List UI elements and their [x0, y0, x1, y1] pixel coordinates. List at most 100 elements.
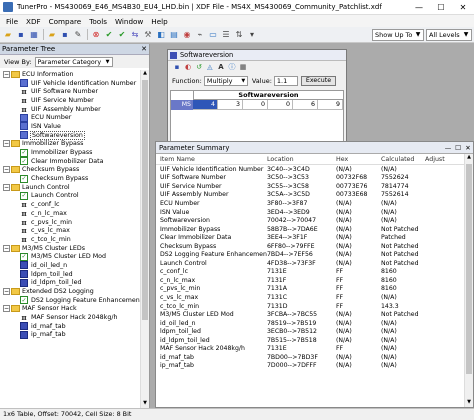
menu-window[interactable]: Window	[111, 17, 147, 26]
filter-icon[interactable]: ▾	[246, 29, 258, 41]
monitor-icon[interactable]: ▭	[207, 29, 219, 41]
execute-button[interactable]: Execute	[300, 75, 337, 86]
maximize-button[interactable]: ☐	[453, 144, 463, 152]
emulate-icon[interactable]: ◉	[181, 29, 193, 41]
tree-item[interactable]: ECU Number	[0, 113, 140, 122]
grid-icon[interactable]: ▦	[28, 29, 40, 41]
table-row[interactable]: Launch Control 4FD38-->73F3F (N/A) Not Patc…	[156, 259, 473, 268]
close-icon[interactable]: ✕	[139, 45, 149, 53]
column-header-hex[interactable]: Hex	[336, 156, 381, 163]
menu-xdf[interactable]: XDF	[22, 17, 45, 26]
table-row[interactable]: ISN Value 3ED4-->3ED9 (N/A) (N/A)	[156, 208, 473, 217]
collapse-icon[interactable]: −	[3, 244, 10, 252]
save-xdf-icon[interactable]: ▪	[59, 29, 71, 41]
tree-item[interactable]: Softwareversion	[0, 130, 140, 140]
scroll-down-icon[interactable]: ▼	[465, 399, 473, 407]
table-cell[interactable]: 0	[243, 100, 268, 110]
close-button[interactable]: ✕	[463, 144, 473, 152]
tree-item[interactable]: ✓ Checksum Bypass	[0, 174, 140, 183]
table-row[interactable]: M3/M5 Cluster LED Mod 3FCBA-->7BC55 (N/A) N…	[156, 310, 473, 319]
tree-item[interactable]: π c_pvs_lc_min	[0, 218, 140, 227]
scroll-up-icon[interactable]: ▲	[141, 70, 149, 78]
list-icon[interactable]: ☰	[220, 29, 232, 41]
tree-item[interactable]: ✓ Clear Immobilizer Data	[0, 157, 140, 166]
xdf-edit-icon[interactable]: ✎	[72, 29, 84, 41]
compare-icon[interactable]: ⇆	[129, 29, 141, 41]
table-cell[interactable]: 3	[218, 100, 243, 110]
column-header-location[interactable]: Location	[267, 156, 336, 163]
table-row[interactable]: Clear Immobilizer Data 3EE4-->3F1F (N/A) Pa…	[156, 233, 473, 242]
table-row[interactable]: c_pvs_lc_min 7131A FF 8160	[156, 285, 473, 294]
menu-file[interactable]: File	[2, 17, 22, 26]
check-icon[interactable]: ✔	[103, 29, 115, 41]
value-input[interactable]: 1.1	[273, 75, 298, 86]
chart-icon[interactable]: ◧	[155, 29, 167, 41]
table-row[interactable]: id_ldpm_toil_led 7B515-->7B518 (N/A) (N/A)	[156, 336, 473, 345]
open-xdf-icon[interactable]: ▰	[46, 29, 58, 41]
menu-tools[interactable]: Tools	[85, 17, 111, 26]
tree-item[interactable]: ISN Value	[0, 122, 140, 131]
table-row[interactable]: c_tco_lc_min 7131D FF 143.3	[156, 302, 473, 311]
collapse-icon[interactable]: −	[3, 70, 10, 78]
tree-item[interactable]: − Launch Control	[0, 183, 140, 192]
tree-item[interactable]: π UIF Software Number	[0, 87, 140, 96]
tree-item[interactable]: − Extended DS2 Logging	[0, 287, 140, 296]
table-row[interactable]: c_vs_lc_max 7131C FF (N/A)	[156, 293, 473, 302]
close-button[interactable]: ✕	[452, 0, 474, 15]
table-row[interactable]: c_conf_lc 7131E FF 8160	[156, 268, 473, 277]
table-cell[interactable]: 4	[193, 100, 218, 110]
table-row[interactable]: id_maf_tab 7BD00-->7BD3F (N/A) (N/A)	[156, 353, 473, 362]
tree-item[interactable]: ldpm_toil_led	[0, 270, 140, 279]
table-row[interactable]: UIF Vehicle Identification Number 3C40-->…	[156, 165, 473, 174]
tree-item[interactable]: ✓ DS2 Logging Feature Enhancement	[0, 296, 140, 305]
tree-item[interactable]: π c_tco_lc_min	[0, 235, 140, 244]
tree-item[interactable]: − Checksum Bypass	[0, 166, 140, 175]
table-row[interactable]: ECU Number 3F80-->3F87 (N/A) (N/A)	[156, 199, 473, 208]
view-icon[interactable]: ▦	[238, 63, 248, 73]
scroll-thumb[interactable]	[142, 80, 148, 320]
tree-item[interactable]: − MAF Sensor Hack	[0, 305, 140, 314]
table-row[interactable]: Immobilizer Bypass 58B7B-->7DA6E (N/A) Not …	[156, 225, 473, 234]
table-row[interactable]: ldpm_toil_led 3ECB0-->7B512 (N/A) (N/A)	[156, 327, 473, 336]
tree-item[interactable]: π c_conf_lc	[0, 200, 140, 209]
tree-item[interactable]: id_oil_led_n	[0, 261, 140, 270]
show-up-to-select[interactable]: Show Up To ▼	[372, 29, 424, 41]
collapse-icon[interactable]: −	[3, 305, 10, 313]
tree-item[interactable]: id_ldpm_toil_led	[0, 278, 140, 288]
scroll-thumb[interactable]	[466, 164, 472, 374]
table-row[interactable]: Softwareversion 70042-->70047 (N/A) (N/A)	[156, 216, 473, 225]
table-row[interactable]: id_oil_led_n 78519-->7B519 (N/A) (N/A)	[156, 319, 473, 328]
undo-icon[interactable]: ↺	[194, 63, 204, 73]
column-header-calculated[interactable]: Calculated	[381, 156, 425, 163]
scroll-up-icon[interactable]: ▲	[465, 154, 473, 162]
table-icon[interactable]: ▤	[168, 29, 180, 41]
menu-compare[interactable]: Compare	[45, 17, 86, 26]
tree-item[interactable]: π c_n_lc_max	[0, 209, 140, 218]
scroll-down-icon[interactable]: ▼	[141, 400, 149, 408]
column-header-adjust[interactable]: Adjust	[425, 156, 455, 163]
tree-item[interactable]: ✓ M3/M5 Cluster LED Mod	[0, 252, 140, 261]
compare-icon[interactable]: ◐	[183, 63, 193, 73]
table-row[interactable]: UIF Assembly Number 3C5A-->3C5D 00733E68 75…	[156, 191, 473, 200]
table-row[interactable]: UIF Service Number 3C55-->3C58 00773E76 781…	[156, 182, 473, 191]
table-row[interactable]: ip_maf_tab 7D000-->7DFFF (N/A) (N/A)	[156, 362, 473, 371]
wrench-icon[interactable]: ⚒	[142, 29, 154, 41]
minimize-button[interactable]: —	[443, 144, 453, 152]
tree-item[interactable]: id_maf_tab	[0, 322, 140, 331]
tree-item[interactable]: π UIF Assembly Number	[0, 105, 140, 114]
table-cell[interactable]: 6	[293, 100, 318, 110]
table-row[interactable]: c_n_lc_max 7131F FF 8160	[156, 276, 473, 285]
trace-icon[interactable]: ⌁	[194, 29, 206, 41]
menu-help[interactable]: Help	[147, 17, 171, 26]
tree-item[interactable]: π UIF Service Number	[0, 96, 140, 105]
table-row[interactable]: DS2 Logging Feature Enhancement 7BD4-->7E…	[156, 250, 473, 259]
tree-item[interactable]: − Immobilizer Bypass	[0, 140, 140, 149]
tree-item[interactable]: π c_vs_lc_max	[0, 226, 140, 235]
save-icon[interactable]: ▪	[172, 63, 182, 73]
tree-item[interactable]: − M3/M5 Cluster LEDs	[0, 244, 140, 253]
collapse-icon[interactable]: −	[3, 140, 10, 148]
table-row[interactable]: Checksum Bypass 6FF80-->79FFE (N/A) Not Pat…	[156, 242, 473, 251]
summary-scrollbar[interactable]: ▲ ▼	[464, 154, 473, 407]
tree-scrollbar[interactable]: ▲ ▼	[140, 70, 149, 408]
table-row[interactable]: MAF Sensor Hack 2048kg/h 7131E FF (N/A)	[156, 344, 473, 353]
